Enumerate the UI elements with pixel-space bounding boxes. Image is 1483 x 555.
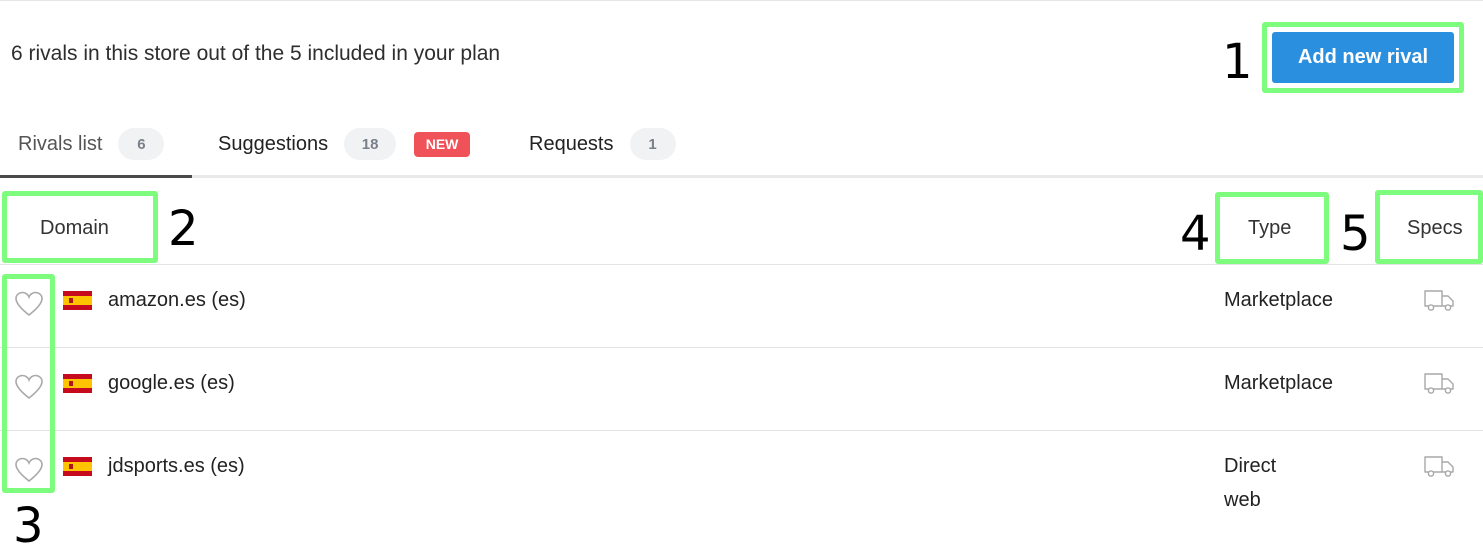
count-pill: 18: [344, 128, 397, 160]
active-tab-indicator: [0, 175, 192, 178]
annotation-number-5: 5: [1340, 206, 1371, 262]
add-new-rival-button[interactable]: Add new rival: [1272, 32, 1454, 83]
rivals-summary: 6 rivals in this store out of the 5 incl…: [11, 42, 501, 65]
rival-domain[interactable]: jdsports.es (es): [108, 455, 245, 478]
annotation-number-1: 1: [1222, 34, 1253, 90]
row-divider: [0, 264, 1483, 265]
tab-requests[interactable]: Requests 1: [529, 120, 676, 168]
column-header-type[interactable]: Type: [1248, 217, 1291, 240]
favorite-heart-icon[interactable]: [15, 374, 43, 400]
rival-domain[interactable]: amazon.es (es): [108, 289, 246, 312]
truck-icon: [1424, 290, 1454, 311]
column-header-domain[interactable]: Domain: [40, 217, 109, 240]
favorite-heart-icon[interactable]: [15, 291, 43, 317]
tabs-divider: [0, 175, 1483, 178]
row-divider: [0, 347, 1483, 348]
spain-flag-icon: [63, 291, 92, 310]
count-pill: 6: [118, 128, 165, 160]
column-header-specs[interactable]: Specs: [1407, 217, 1463, 240]
count-pill: 1: [629, 128, 676, 160]
annotation-number-3: 3: [13, 498, 44, 554]
rival-domain[interactable]: google.es (es): [108, 372, 235, 395]
rival-type: Marketplace: [1224, 372, 1333, 394]
tab-suggestions[interactable]: Suggestions 18 NEW: [218, 120, 471, 168]
truck-icon: [1424, 373, 1454, 394]
row-divider: [0, 430, 1483, 431]
tab-rivals-list[interactable]: Rivals list 6: [18, 120, 165, 168]
top-border: [0, 0, 1483, 1]
tab-label: Suggestions: [218, 132, 329, 155]
truck-icon: [1424, 456, 1454, 477]
annotation-number-2: 2: [168, 201, 199, 257]
spain-flag-icon: [63, 457, 92, 476]
new-badge: NEW: [414, 131, 471, 157]
spain-flag-icon: [63, 374, 92, 393]
rival-type: Marketplace: [1224, 289, 1333, 311]
annotation-number-4: 4: [1180, 206, 1211, 262]
favorite-heart-icon[interactable]: [15, 457, 43, 483]
tabs-bar: Rivals list 6 Suggestions 18 NEW Request…: [0, 120, 1483, 178]
tab-label: Rivals list: [18, 132, 103, 155]
tab-label: Requests: [529, 132, 614, 155]
rival-type: Direct web: [1224, 455, 1277, 511]
